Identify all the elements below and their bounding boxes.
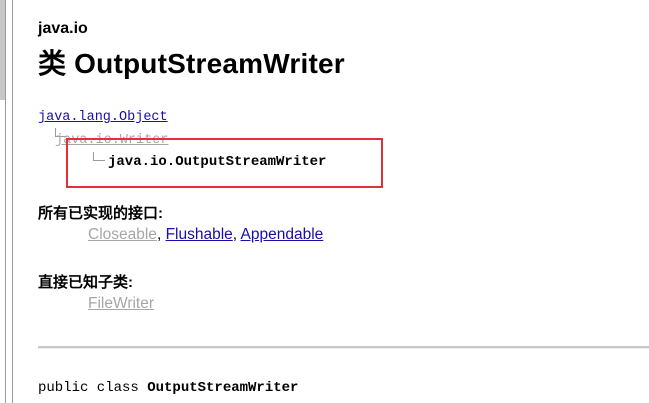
frame-divider	[5, 0, 6, 403]
interfaces-heading: 所有已实现的接口:	[38, 205, 163, 222]
interfaces-list: Closeable, Flushable, Appendable	[88, 226, 323, 244]
declaration-prefix: public class	[38, 380, 148, 396]
package-name: java.io	[38, 20, 88, 37]
frame-border	[0, 0, 13, 403]
frame-scroll-nub[interactable]	[0, 0, 5, 100]
link-java-lang-object[interactable]: java.lang.Object	[38, 110, 168, 125]
section-divider	[38, 346, 649, 349]
list-separator: ,	[232, 226, 241, 243]
subclasses-heading: 直接已知子类:	[38, 274, 133, 291]
highlight-box	[66, 138, 383, 188]
declaration-class-name: OutputStreamWriter	[147, 380, 299, 396]
inheritance-root: java.lang.Object	[38, 110, 168, 125]
subclasses-list: FileWriter	[88, 295, 154, 313]
class-declaration: public class OutputStreamWriter	[38, 380, 298, 396]
list-separator: ,	[156, 226, 166, 243]
link-appendable[interactable]: Appendable	[241, 226, 324, 243]
link-filewriter[interactable]: FileWriter	[88, 295, 154, 312]
link-flushable[interactable]: Flushable	[166, 226, 233, 243]
class-title: 类 OutputStreamWriter	[38, 48, 345, 79]
link-closeable[interactable]: Closeable	[88, 226, 157, 243]
